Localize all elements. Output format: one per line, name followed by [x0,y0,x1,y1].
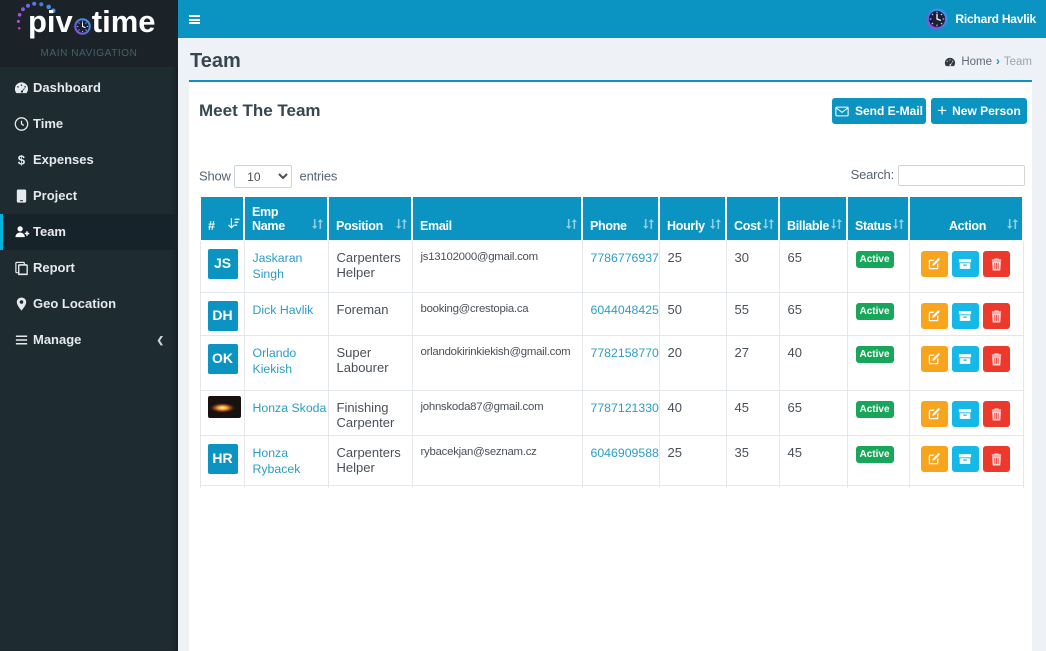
svg-text:$: $ [18,153,26,168]
